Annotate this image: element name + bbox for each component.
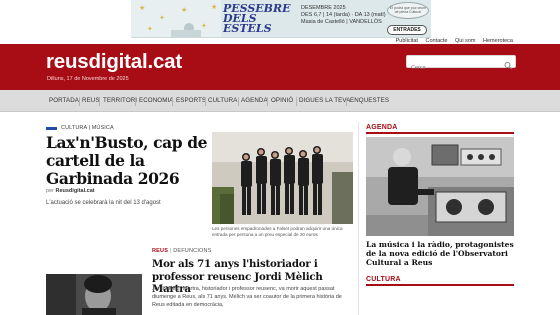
article1-category-label[interactable]: CULTURA | MÚSICA: [61, 125, 114, 131]
ad-dates: DESEMBRE 2025 DES 6,7 | 14 (tarda) · DA …: [301, 5, 386, 25]
sidebar-agenda-photo[interactable]: [366, 137, 514, 236]
ad-badge: Et podrà que puc veure de plena Cultura!: [387, 2, 429, 19]
article1-byline: per Reusdigital.cat: [46, 188, 95, 194]
article2-photo[interactable]: [46, 274, 142, 315]
nav-item-agenda[interactable]: AGENDA: [241, 90, 268, 112]
article2-lead: Jordi Mèlich Martra, historiador i profe…: [152, 286, 342, 308]
sidebar-agenda-title[interactable]: La música i la ràdio, protagonistes de l…: [366, 240, 516, 268]
nav-item-digues-la-teva[interactable]: DIGUES LA TEVA: [299, 90, 350, 112]
ad-title: PESSEBRE DELS ESTELS: [223, 2, 291, 35]
article2-category: REUS | DEFUNCIONS: [152, 248, 212, 254]
article1-photo[interactable]: [212, 132, 353, 224]
search-icon[interactable]: [503, 57, 514, 70]
category-separator: |: [169, 248, 172, 254]
article1-photo-caption: Les persones empadronades a Falset podra…: [212, 226, 343, 237]
ad-illustration: ★ ✦ ★ ✦ ✦ ★: [131, 0, 221, 37]
main-nav: PORTADA REUS TERRITORI ECONOMIA ESPORTS …: [0, 90, 560, 112]
nav-item-opinio[interactable]: OPINIÓ: [271, 90, 293, 112]
nav-item-esports[interactable]: ESPORTS: [176, 90, 206, 112]
search-input[interactable]: [407, 62, 499, 74]
nav-item-reus[interactable]: REUS: [82, 90, 100, 112]
byline-author[interactable]: Reusdigital.cat: [55, 188, 94, 194]
byline-prefix: per: [46, 188, 54, 194]
site-logo[interactable]: reusdigital.cat: [46, 50, 182, 74]
article2-category-sub[interactable]: DEFUNCIONS: [173, 248, 211, 254]
article1-lead: L'actuació se celebrarà la nit del 13 d'…: [46, 200, 161, 206]
top-ad-strip: ★ ✦ ★ ✦ ✦ ★ PESSEBRE DELS ESTELS DESEMBR…: [0, 0, 560, 44]
article2-category-main[interactable]: REUS: [152, 248, 168, 254]
search-box: [406, 55, 516, 74]
sidebar-cultura-heading[interactable]: CULTURA: [366, 276, 514, 286]
nav-item-enquestes[interactable]: ENQUESTES: [350, 90, 389, 112]
column-divider: [358, 122, 359, 315]
nav-item-economia[interactable]: ECONOMIA: [139, 90, 174, 112]
ad-banner[interactable]: ★ ✦ ★ ✦ ✦ ★ PESSEBRE DELS ESTELS DESEMBR…: [131, 0, 431, 38]
article1-title[interactable]: Lax'n'Busto, cap de cartell de la Garbin…: [46, 134, 208, 188]
current-date: Dilluns, 17 de Novembre de 2025: [47, 76, 129, 82]
nav-item-cultura[interactable]: CULTURA: [208, 90, 237, 112]
nav-item-portada[interactable]: PORTADA: [49, 90, 79, 112]
nav-item-territori[interactable]: TERRITORI: [103, 90, 137, 112]
sidebar-agenda-heading[interactable]: AGENDA: [366, 124, 514, 134]
ad-entrades-button[interactable]: ENTRADES: [387, 25, 427, 35]
category-bar: [46, 127, 57, 130]
